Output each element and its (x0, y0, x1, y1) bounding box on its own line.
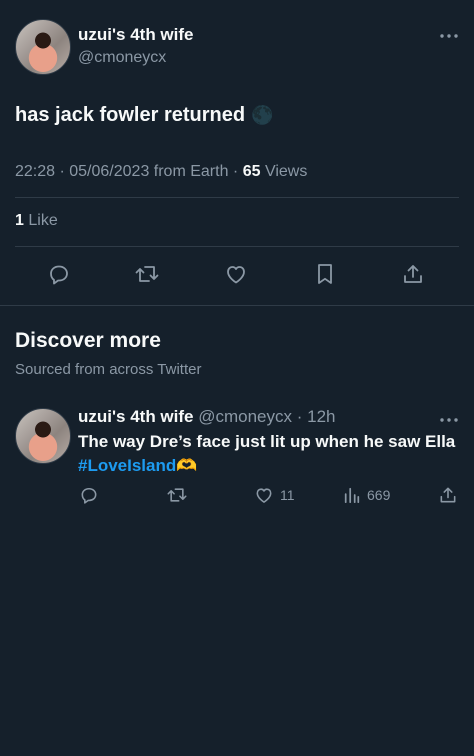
timestamp[interactable]: 22:28 · 05/06/2023 from Earth · (15, 163, 243, 180)
like-icon[interactable] (221, 259, 251, 289)
like-icon[interactable] (254, 485, 274, 505)
views-count: 65 (242, 163, 261, 180)
like-count: 11 (280, 487, 295, 503)
likes-summary[interactable]: 1 Like (15, 212, 58, 230)
tweet-emoji: 🫶 (176, 456, 198, 475)
related-tweet-text: The way Dre’s face just lit up when he s… (78, 430, 458, 478)
avatar[interactable] (15, 19, 71, 75)
tweet-text: has jack fowler returned (15, 104, 246, 126)
retweet-icon[interactable] (165, 484, 189, 506)
views-label: Views (264, 163, 308, 180)
tweet-meta: 22:28 · 05/06/2023 from Earth · 65 Views (15, 163, 307, 181)
section-divider (0, 522, 474, 523)
more-options-icon[interactable] (434, 26, 464, 46)
divider (15, 246, 459, 247)
discover-subtitle: Sourced from across Twitter (15, 361, 202, 378)
like-action[interactable]: 11 (254, 484, 295, 506)
share-icon[interactable] (398, 259, 428, 289)
display-name[interactable]: uzui's 4th wife (78, 407, 194, 426)
avatar[interactable] (15, 408, 71, 464)
relative-time[interactable]: · 12h (297, 407, 336, 426)
tweet-text: The way Dre’s face just lit up when he s… (78, 432, 456, 451)
divider (15, 197, 459, 198)
retweet-icon[interactable] (132, 259, 162, 289)
related-tweet[interactable]: uzui's 4th wife @cmoneycx · 12h The way … (0, 392, 474, 522)
more-options-icon[interactable] (434, 410, 464, 430)
likes-count: 1 (15, 212, 24, 229)
discover-title: Discover more (15, 329, 161, 352)
view-count: 669 (367, 487, 391, 503)
tweet-emoji: 🌑 (251, 105, 274, 125)
handle[interactable]: @cmoneycx (198, 407, 292, 426)
analytics-icon[interactable] (343, 486, 361, 504)
views-action[interactable]: 669 (343, 484, 390, 506)
bookmark-icon[interactable] (310, 259, 340, 289)
likes-label: Like (28, 212, 58, 229)
reply-icon[interactable] (44, 259, 74, 289)
share-icon[interactable] (437, 484, 459, 506)
handle[interactable]: @cmoneycx (78, 49, 166, 67)
display-name[interactable]: uzui's 4th wife (78, 25, 194, 45)
reply-icon[interactable] (78, 484, 100, 506)
section-divider (0, 305, 474, 306)
hashtag-link[interactable]: #LoveIsland (78, 456, 176, 475)
related-tweet-header: uzui's 4th wife @cmoneycx · 12h (78, 407, 336, 427)
